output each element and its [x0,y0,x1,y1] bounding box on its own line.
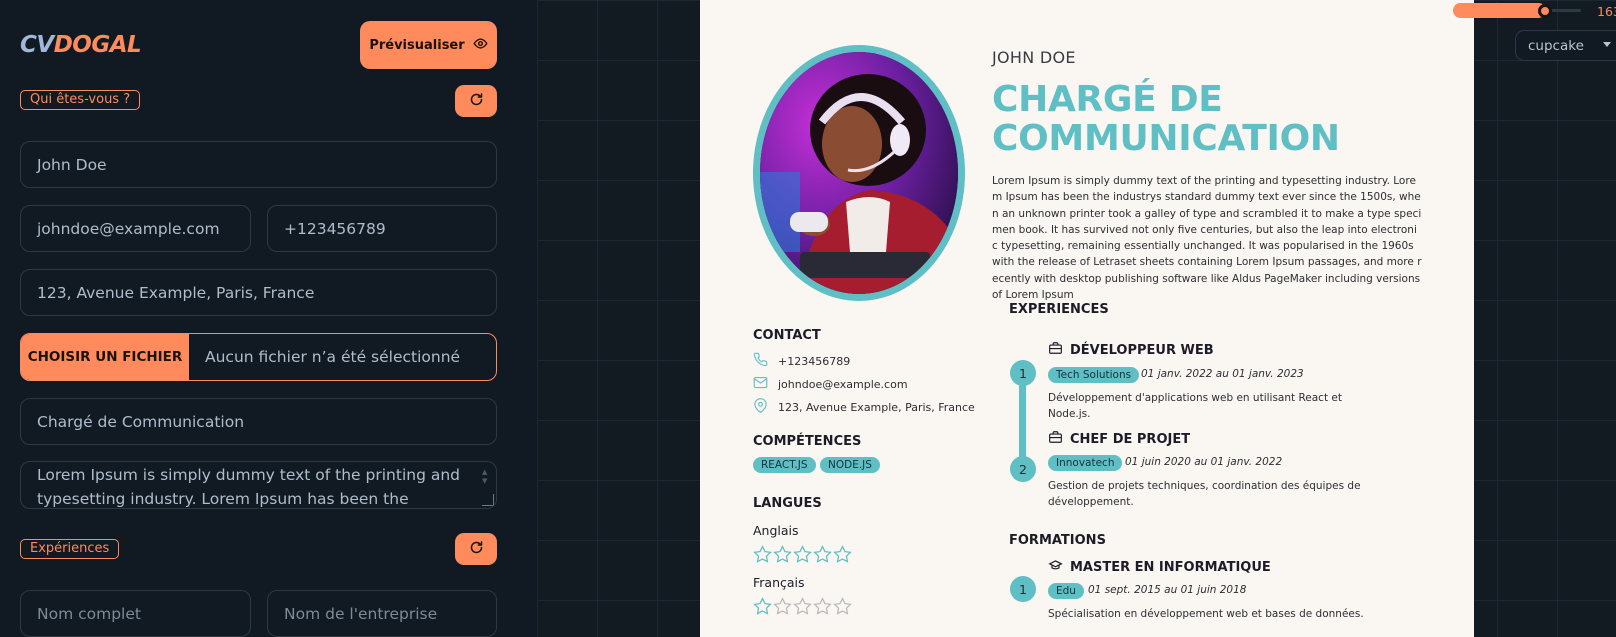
experience-title-text: DÉVELOPPEUR WEB [1070,342,1214,358]
contact-address-text: 123, Avenue Example, Paris, France [778,400,975,414]
cv-description: Lorem Ipsum is simply dummy text of the … [992,175,1422,302]
skill-badge: REACT.JS [753,457,816,473]
profile-photo-frame [753,45,965,301]
section-badge-experiences: Expériences [20,539,120,559]
star-empty-icon [793,597,812,615]
preview-button-label: Prévisualiser [369,37,465,53]
formations-heading: FORMATIONS [1009,533,1106,548]
fullname-input[interactable]: Nom complet [20,590,251,637]
skills-heading: COMPÉTENCES [753,434,862,449]
theme-select[interactable]: cupcake [1515,30,1616,61]
school-badge: Edu [1048,583,1084,599]
star-empty-icon [813,597,832,615]
experience-title: CHEF DE PROJET [1048,430,1190,448]
star-empty-icon [773,597,792,615]
app-logo: CVDOGAL [20,32,142,58]
name-input[interactable]: John Doe [20,141,497,188]
logo-part-dogal: DOGAL [53,32,142,58]
star-filled-icon [813,545,832,563]
eye-icon [473,36,488,55]
description-text: Lorem Ipsum is simply dummy text of the … [37,466,460,508]
choose-file-button[interactable]: CHOISIR UN FICHIER [21,334,189,380]
location-icon [753,398,768,416]
file-status-text: Aucun fichier n’a été sélectionné [205,348,461,366]
star-empty-icon [833,597,852,615]
editor-panel: CVDOGAL Prévisualiser Qui êtes-vous ? Jo… [0,0,537,637]
experience-description: Développement d'applications web en util… [1048,392,1342,420]
chevron-down-icon [1603,42,1611,47]
zoom-value: 163 [1597,4,1616,19]
reset-experiences-button[interactable] [455,533,497,565]
cv-job-title: CHARGÉ DE COMMUNICATION [992,80,1412,158]
formation-description: Spécialisation en développement web et b… [1048,608,1364,620]
star-filled-icon [753,545,772,563]
refresh-icon [469,92,484,111]
formation-title: MASTER EN INFORMATIQUE [1048,558,1271,576]
email-input[interactable]: johndoe@example.com [20,205,251,252]
zoom-slider-handle[interactable] [1538,4,1552,18]
experience-dates: 01 janv. 2022 au 01 janv. 2023 [1141,368,1304,380]
experience-dates: 01 juin 2020 au 01 janv. 2022 [1125,456,1283,468]
cv-page: JOHN DOE CHARGÉ DE COMMUNICATION Lorem I… [700,0,1474,637]
preview-button[interactable]: Prévisualiser [360,21,497,69]
contact-email-text: johndoe@example.com [778,377,908,391]
contact-email: johndoe@example.com [753,375,908,393]
skill-badge: NODE.JS [820,457,880,473]
timeline-number: 2 [1010,456,1036,482]
cv-name: JOHN DOE [992,48,1076,67]
resize-handle[interactable] [482,494,494,506]
language-rating [753,545,852,564]
language-name: Anglais [753,523,799,538]
experience-title-text: CHEF DE PROJET [1070,431,1191,447]
graduation-cap-icon [1048,558,1063,576]
cv-title-line1: CHARGÉ DE [992,79,1223,120]
contact-heading: CONTACT [753,328,821,343]
formation-dates: 01 sept. 2015 au 01 juin 2018 [1088,584,1247,596]
contact-phone: +123456789 [753,352,850,370]
experience-description: Gestion de projets techniques, coordinat… [1048,480,1361,508]
mail-icon [753,375,768,393]
cv-title-line2: COMMUNICATION [992,118,1340,159]
timeline-number: 1 [1010,576,1036,602]
refresh-icon [469,540,484,559]
company-input[interactable]: Nom de l'entreprise [267,590,497,637]
star-filled-icon [793,545,812,563]
timeline-line [1019,373,1026,468]
star-filled-icon [753,597,772,615]
language-rating [753,597,852,616]
description-textarea[interactable]: Lorem Ipsum is simply dummy text of the … [20,461,497,509]
phone-input[interactable]: +123456789 [267,205,497,252]
language-name: Français [753,575,805,590]
contact-address: 123, Avenue Example, Paris, France [753,398,975,416]
reset-personal-button[interactable] [455,85,497,117]
logo-part-cv: CV [20,32,54,58]
experiences-heading: EXPERIENCES [1009,302,1109,317]
textarea-scrollbar[interactable]: ▲ ▼ [482,468,490,486]
experience-title: DÉVELOPPEUR WEB [1048,341,1214,359]
zoom-slider-fill [1453,3,1546,18]
star-filled-icon [773,545,792,563]
briefcase-icon [1048,341,1063,359]
timeline-number: 1 [1010,360,1036,386]
photo-file-input[interactable]: CHOISIR UN FICHIER Aucun fichier n’a été… [20,333,497,381]
section-badge-who: Qui êtes-vous ? [20,90,141,110]
formation-title-text: MASTER EN INFORMATIQUE [1070,559,1271,575]
profile-photo [760,52,958,294]
star-filled-icon [833,545,852,563]
briefcase-icon [1048,430,1063,448]
job-title-input[interactable]: Chargé de Communication [20,398,497,445]
contact-phone-text: +123456789 [778,354,851,368]
company-badge: Tech Solutions [1048,367,1140,383]
phone-icon [753,352,768,370]
address-input[interactable]: 123, Avenue Example, Paris, France [20,269,497,316]
company-badge: Innovatech [1048,455,1123,471]
languages-heading: LANGUES [753,496,822,511]
